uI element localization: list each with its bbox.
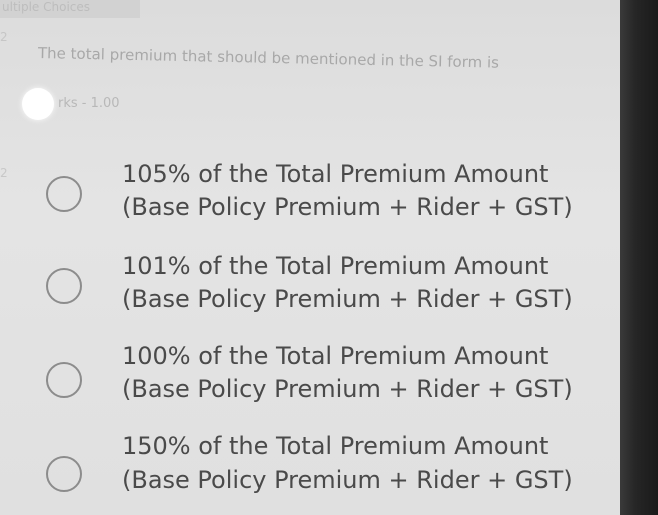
option-1-radio[interactable] (46, 176, 82, 212)
option-1-line1: 105% of the Total Premium Amount (122, 160, 549, 188)
option-1[interactable]: 105% of the Total Premium Amount (Base P… (0, 150, 620, 230)
question-number: 2 (0, 30, 8, 44)
option-1-line2: (Base Policy Premium + Rider + GST) (122, 193, 573, 221)
option-2-line2: (Base Policy Premium + Rider + GST) (122, 285, 573, 313)
option-3-line1: 100% of the Total Premium Amount (122, 342, 549, 370)
option-2[interactable]: 101% of the Total Premium Amount (Base P… (0, 242, 620, 322)
option-2-radio[interactable] (46, 268, 82, 304)
option-4-line2: (Base Policy Premium + Rider + GST) (122, 466, 573, 494)
marks-indicator-icon (22, 88, 54, 120)
option-4[interactable]: 150% of the Total Premium Amount (Base P… (0, 424, 620, 504)
option-3-radio[interactable] (46, 362, 82, 398)
section-header: ultiple Choices (0, 0, 140, 18)
question-marks: rks - 1.00 (58, 96, 120, 111)
option-2-line1: 101% of the Total Premium Amount (122, 252, 549, 280)
screen-bezel (620, 0, 658, 515)
option-3[interactable]: 100% of the Total Premium Amount (Base P… (0, 332, 620, 412)
option-3-line2: (Base Policy Premium + Rider + GST) (122, 375, 573, 403)
option-4-line1: 150% of the Total Premium Amount (122, 432, 549, 460)
question-text: The total premium that should be mention… (37, 44, 500, 72)
option-4-radio[interactable] (46, 456, 82, 492)
